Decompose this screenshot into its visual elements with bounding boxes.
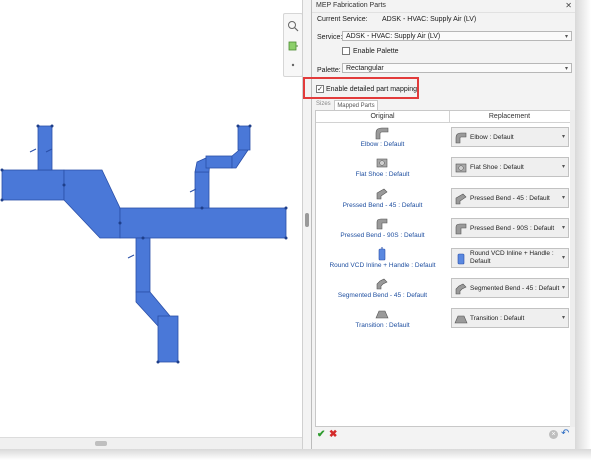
palette-label: Palette: <box>317 67 341 74</box>
chevron-down-icon: ▾ <box>561 164 565 170</box>
table-row: Flat Shoe : Default <box>316 154 449 184</box>
damper-handle <box>127 254 135 259</box>
duct-segment[interactable] <box>157 315 179 363</box>
flat-shoe-icon <box>376 158 388 168</box>
table-row: Round VCD Inline + Handle : Default <box>316 245 449 275</box>
flat-shoe-icon <box>455 163 467 173</box>
replacement-value: Round VCD Inline + Handle : Default <box>470 250 554 265</box>
pressed-bend-45-icon <box>455 193 467 205</box>
table-row: Pressed Bend - 45 : Default <box>316 185 449 215</box>
duct-segment[interactable] <box>135 237 151 293</box>
pan-icon[interactable] <box>287 40 299 52</box>
chevron-down-icon: ▾ <box>561 134 565 140</box>
window-shadow-right <box>575 0 591 460</box>
replacement-dropdown[interactable]: Segmented Bend - 45 : Default ▾ <box>451 278 569 298</box>
column-header-replacement: Replacement <box>449 111 570 123</box>
replacement-value: Segmented Bend - 45 : Default <box>470 285 560 292</box>
original-part-link[interactable]: Elbow : Default <box>316 141 449 148</box>
orbit-icon[interactable] <box>287 59 299 71</box>
tab-sizes[interactable]: Sizes <box>316 101 331 107</box>
palette-dropdown-value: Rectangular <box>346 65 384 72</box>
original-part-link[interactable]: Segmented Bend - 45 : Default <box>316 292 449 299</box>
segmented-bend-icon <box>376 278 388 290</box>
chevron-down-icon: ▾ <box>561 315 565 321</box>
original-part-link[interactable]: Flat Shoe : Default <box>316 171 449 178</box>
chevron-down-icon: ▾ <box>561 225 565 231</box>
duct-transition[interactable] <box>63 169 121 239</box>
table-row: Segmented Bend - 45 : Default <box>316 275 449 305</box>
original-part-link[interactable]: Transition : Default <box>316 322 449 329</box>
segmented-bend-icon <box>455 283 467 295</box>
pressed-bend-90s-icon <box>376 218 388 230</box>
chevron-down-icon: ▾ <box>564 34 568 40</box>
chevron-down-icon: ▾ <box>561 195 565 201</box>
original-part-link[interactable]: Pressed Bend - 45 : Default <box>316 202 449 209</box>
elbow-icon <box>375 127 389 140</box>
replacement-value: Pressed Bend - 90S : Default <box>470 225 555 232</box>
window-shadow-bottom <box>0 449 591 460</box>
original-part-link[interactable]: Round VCD Inline + Handle : Default <box>316 262 449 269</box>
replacement-value: Flat Shoe : Default <box>470 164 524 171</box>
view-toolbar <box>283 13 303 77</box>
zoom-icon[interactable] <box>287 20 299 32</box>
check-icon[interactable]: ✔ <box>317 429 325 440</box>
duct-segment[interactable] <box>194 171 210 209</box>
replacement-dropdown[interactable]: Transition : Default ▾ <box>451 308 569 328</box>
enable-palette-label: Enable Palette <box>353 48 399 55</box>
replacement-dropdown[interactable]: Pressed Bend - 45 : Default ▾ <box>451 188 569 208</box>
highlight-callout <box>303 77 419 99</box>
enable-palette-checkbox[interactable] <box>342 47 350 55</box>
drawing-canvas[interactable] <box>0 0 302 437</box>
duct-segment[interactable] <box>237 125 251 151</box>
panel-titlebar: MEP Fabrication Parts ✕ <box>312 0 576 13</box>
damper-icon <box>457 253 465 265</box>
original-part-link[interactable]: Pressed Bend - 90S : Default <box>316 232 449 239</box>
replacement-value: Transition : Default <box>470 315 525 322</box>
service-label: Service: <box>317 34 343 41</box>
replacement-value: Elbow : Default <box>470 134 514 141</box>
scrollbar-thumb[interactable] <box>95 441 107 446</box>
mep-fabrication-parts-panel: MEP Fabrication Parts ✕ Current Service:… <box>311 0 576 449</box>
splitter-grip-icon[interactable] <box>305 213 309 227</box>
chevron-down-icon: ▾ <box>561 255 565 261</box>
cancel-x-icon[interactable]: ✖ <box>329 429 337 440</box>
pressed-bend-90s-icon <box>455 223 467 235</box>
pressed-bend-45-icon <box>376 188 388 200</box>
replacement-dropdown[interactable]: Pressed Bend - 90S : Default ▾ <box>451 218 569 238</box>
current-service-label: Current Service: <box>317 16 368 23</box>
tab-mapped-parts[interactable]: Mapped Parts <box>334 100 378 110</box>
replacement-dropdown[interactable]: Round VCD Inline + Handle : Default ▾ <box>451 248 569 268</box>
table-row: Transition : Default <box>316 305 449 335</box>
clear-icon[interactable]: × <box>549 430 558 439</box>
service-dropdown-value: ADSK - HVAC: Supply Air (LV) <box>346 33 441 40</box>
duct-network-drawing <box>0 124 288 364</box>
panel-title: MEP Fabrication Parts <box>316 2 386 9</box>
duct-segment[interactable] <box>1 169 65 201</box>
undo-icon[interactable]: ↶ <box>561 428 569 439</box>
table-row: Elbow : Default <box>316 124 449 154</box>
duct-segment[interactable] <box>205 155 233 169</box>
panel-footer: ✔ ✖ × ↶ <box>312 427 576 449</box>
close-icon[interactable]: ✕ <box>565 1 572 10</box>
chevron-down-icon: ▾ <box>561 285 565 291</box>
mapped-parts-table: Original Replacement Elbow : Default Elb… <box>315 110 571 427</box>
table-row: Pressed Bend - 90S : Default <box>316 215 449 245</box>
duct-segment[interactable] <box>119 207 287 239</box>
current-service-value: ADSK - HVAC: Supply Air (LV) <box>382 16 477 23</box>
palette-dropdown[interactable]: Rectangular ▾ <box>342 63 572 73</box>
elbow-icon <box>455 132 467 144</box>
chevron-down-icon: ▾ <box>564 66 568 72</box>
service-dropdown[interactable]: ADSK - HVAC: Supply Air (LV) ▾ <box>342 31 572 41</box>
replacement-dropdown[interactable]: Flat Shoe : Default ▾ <box>451 157 569 177</box>
damper-icon <box>378 247 386 261</box>
replacement-value: Pressed Bend - 45 : Default <box>470 195 550 202</box>
replacement-dropdown[interactable]: Elbow : Default ▾ <box>451 127 569 147</box>
duct-segment[interactable] <box>37 125 53 171</box>
transition-icon <box>454 315 468 324</box>
column-header-original: Original <box>316 111 450 123</box>
transition-icon <box>375 310 389 319</box>
